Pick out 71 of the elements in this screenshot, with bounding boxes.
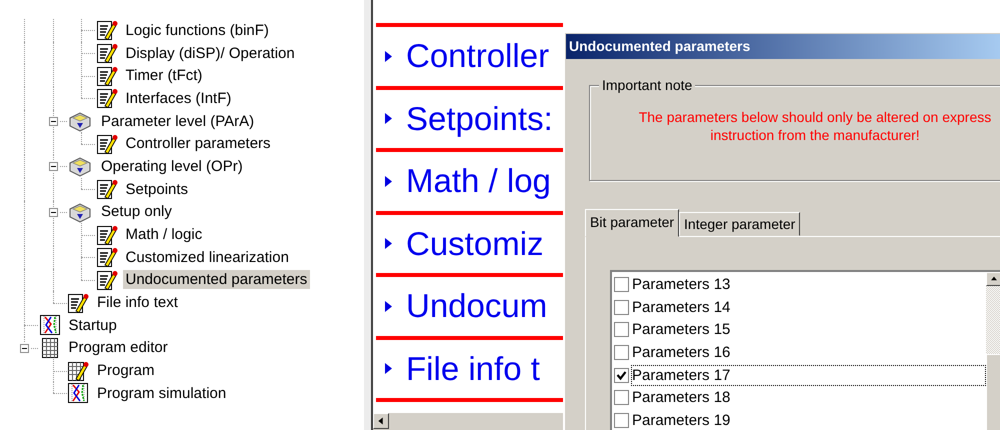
tree-item[interactable]: Setpoints — [122, 180, 192, 199]
section-link[interactable]: Customiz — [406, 224, 544, 263]
document-pencil-icon — [96, 224, 118, 246]
tree-item[interactable]: File info text — [94, 293, 181, 312]
document-pencil-icon — [96, 87, 118, 110]
parameter-label[interactable]: Parameters 13 — [631, 274, 986, 295]
tree-item[interactable]: Customized linearization — [122, 248, 292, 267]
scroll-left-icon[interactable] — [373, 413, 389, 429]
scroll-up-icon[interactable] — [986, 272, 1000, 286]
box-icon — [67, 200, 93, 223]
parameter-label[interactable]: Parameters 19 — [631, 410, 986, 430]
grid-pencil-icon — [67, 360, 89, 382]
document-pencil-icon — [67, 292, 89, 314]
document-pencil-icon — [96, 268, 118, 291]
checkbox[interactable] — [614, 344, 629, 360]
tree-item[interactable]: Startup — [66, 316, 120, 335]
splitter[interactable] — [364, 0, 373, 430]
document-pencil-icon — [96, 42, 118, 64]
tree-item[interactable]: Math / logic — [122, 225, 206, 244]
tree-item[interactable]: Interfaces (IntF) — [122, 88, 234, 108]
collapse-icon[interactable] — [19, 342, 30, 354]
document-pencil-icon — [96, 64, 118, 87]
tree-item[interactable]: Controller parameters — [122, 134, 274, 154]
collapse-icon[interactable] — [48, 116, 58, 128]
tree-item[interactable]: Undocumented parameters — [122, 270, 310, 290]
tree-item[interactable]: Parameter level (PArA) — [98, 112, 258, 131]
warning-text: The parameters below should only be altered on express instruction from the manufacturer! — [638, 108, 992, 144]
box-icon — [67, 110, 93, 132]
horizontal-scrollbar[interactable] — [373, 412, 563, 430]
tree-item[interactable]: Setup only — [98, 202, 175, 222]
checkbox[interactable] — [614, 276, 629, 292]
triangle-bullet-icon — [385, 363, 392, 374]
checkbox[interactable] — [614, 412, 629, 428]
document-pencil-icon — [96, 132, 118, 155]
section-link[interactable]: Math / log — [406, 162, 551, 200]
tree-item[interactable]: Logic functions (binF) — [122, 20, 272, 40]
tree-item[interactable]: Program editor — [66, 338, 171, 358]
checkbox[interactable] — [614, 300, 629, 315]
triangle-bullet-icon — [385, 113, 392, 124]
section-link[interactable]: Controller — [406, 37, 550, 76]
parameter-label[interactable]: Parameters 18 — [631, 387, 986, 408]
document-pencil-icon — [96, 178, 118, 200]
tab[interactable]: Integer parameter — [679, 212, 800, 236]
tree-item[interactable]: Program — [94, 361, 158, 380]
tab[interactable]: Bit parameter — [585, 209, 680, 237]
triangle-bullet-icon — [385, 238, 392, 250]
parameter-label[interactable]: Parameters 14 — [631, 296, 986, 318]
triangle-bullet-icon — [385, 50, 392, 62]
document-pencil-icon — [96, 246, 118, 268]
checkbox[interactable] — [614, 322, 629, 338]
tree-item[interactable]: Timer (tFct) — [122, 66, 206, 86]
dialog-title: Undocumented parameters — [566, 34, 1000, 59]
parameter-label[interactable]: Parameters 17 — [631, 364, 986, 386]
collapse-icon[interactable] — [48, 161, 58, 172]
checkbox[interactable] — [614, 390, 629, 406]
collapse-icon[interactable] — [48, 206, 58, 218]
group-title: Important note — [599, 77, 696, 93]
document-pencil-icon — [96, 19, 118, 42]
tree-item[interactable]: Operating level (OPr) — [98, 156, 246, 176]
tree-item[interactable]: Display (diSP)/ Operation — [122, 44, 298, 63]
tree-item[interactable]: Program simulation — [94, 384, 230, 403]
section-link[interactable]: Setpoints: — [406, 100, 553, 138]
parameter-label[interactable]: Parameters 16 — [631, 342, 986, 363]
parameter-label[interactable]: Parameters 15 — [631, 319, 986, 340]
section-link[interactable]: File info t — [406, 350, 540, 388]
checkbox[interactable] — [614, 368, 629, 383]
box-icon — [67, 155, 93, 178]
triangle-bullet-icon — [385, 300, 392, 312]
section-link[interactable]: Undocum — [406, 287, 548, 326]
triangle-bullet-icon — [385, 176, 392, 187]
chart-icon — [38, 314, 60, 336]
